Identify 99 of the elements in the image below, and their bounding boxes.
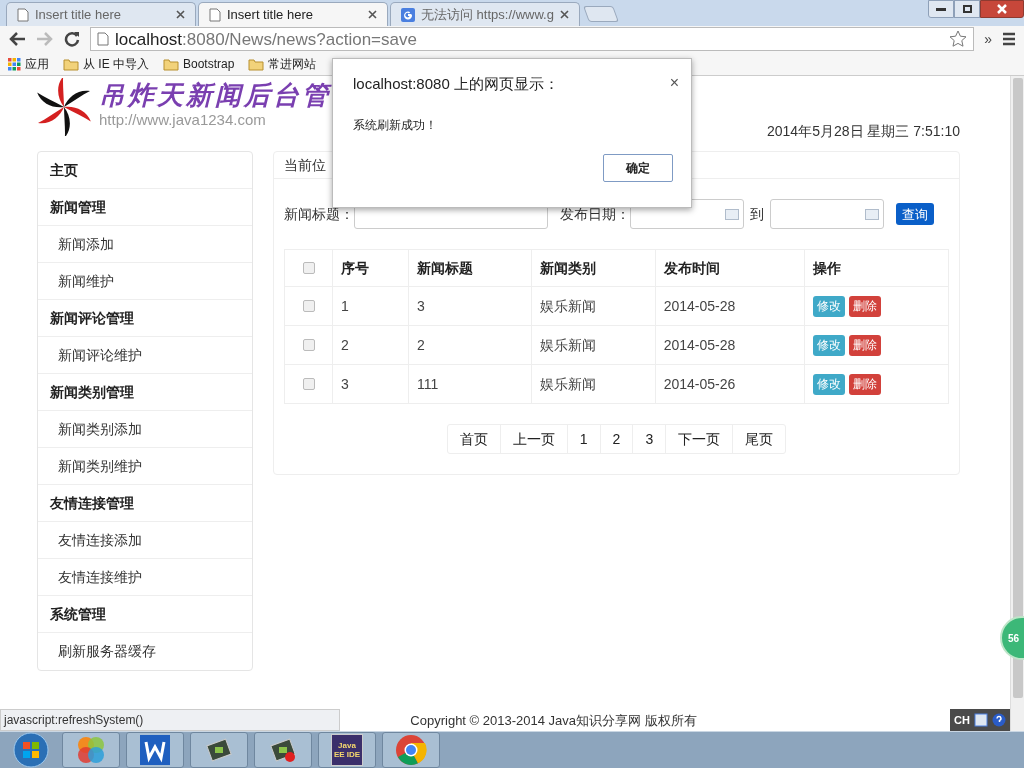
table-cell: 娱乐新闻 (531, 364, 656, 404)
checkbox[interactable] (302, 300, 315, 313)
table-cell: 2014-05-28 (655, 286, 805, 326)
dialog-message: 系统刷新成功！ (353, 116, 438, 134)
copyright-text: Copyright © 2013-2014 Java知识分享网 版权所有 (410, 712, 697, 731)
search-button[interactable]: 查询 (896, 203, 934, 226)
table-cell: 3 (332, 364, 409, 404)
pagination-link[interactable]: 首页 (447, 425, 500, 454)
keyboard-icon[interactable] (974, 712, 988, 727)
pagination-link[interactable]: 2 (599, 425, 633, 454)
table-cell: 2014-05-26 (655, 364, 805, 404)
checkbox[interactable] (302, 262, 315, 275)
ok-button[interactable]: 确定 (603, 153, 673, 182)
sidebar-item[interactable]: 新闻类别添加 (38, 411, 252, 449)
end-date-field[interactable] (770, 199, 884, 230)
sidebar-item[interactable]: 友情连接维护 (38, 559, 252, 597)
sidebar-item[interactable]: 新闻评论管理 (38, 300, 252, 338)
folder-icon (163, 57, 179, 71)
close-window-button[interactable] (980, 0, 1024, 18)
sidebar-item[interactable]: 新闻添加 (38, 226, 252, 264)
checkbox[interactable] (302, 339, 315, 352)
tab-title: Insert title here (35, 5, 122, 24)
more-extensions-text[interactable]: » (984, 29, 992, 50)
table-cell: 2 (408, 325, 532, 365)
url-text: localhost:8080/News/news?action=save (115, 28, 418, 51)
minimize-button[interactable] (928, 0, 954, 18)
pagination-link[interactable]: 1 (566, 425, 600, 454)
address-bar[interactable]: localhost:8080/News/news?action=save (90, 27, 975, 52)
column-header: 序号 (332, 249, 409, 287)
sidebar-item[interactable]: 友情连接管理 (38, 485, 252, 523)
apps-grid-icon (8, 57, 21, 71)
close-icon[interactable] (176, 10, 185, 19)
sidebar-item[interactable]: 新闻维护 (38, 263, 252, 301)
column-header: 新闻标题 (408, 249, 532, 287)
page-icon (209, 7, 221, 22)
field-label: 新闻标题： (284, 204, 354, 224)
dialog-title: localhost:8080 上的网页显示： (353, 74, 559, 94)
restore-button[interactable] (954, 0, 980, 18)
table-cell: 娱乐新闻 (531, 286, 656, 326)
google-g-icon (401, 7, 415, 22)
folder-icon (248, 57, 265, 71)
bookmark-link[interactable]: 应用 (8, 55, 49, 74)
column-header: 操作 (804, 249, 949, 287)
close-icon (997, 4, 1007, 14)
status-bar: javascript:refreshSystem() (0, 708, 340, 731)
column-header: 新闻类别 (531, 249, 656, 287)
logo-url: http://www.java1234.com (99, 112, 267, 129)
table-cell: 2 (332, 325, 409, 365)
w-document-icon[interactable] (140, 734, 170, 765)
bookmark-link[interactable]: Bootstrap (163, 55, 235, 74)
chrome-icon[interactable] (395, 733, 427, 766)
browser-tab[interactable]: 无法访问 https://www.g (390, 2, 580, 26)
help-icon[interactable] (992, 712, 1006, 727)
sidebar-item[interactable]: 新闻管理 (38, 189, 252, 227)
page-icon (97, 32, 109, 47)
breadcrumb-text: 当前位 (284, 155, 326, 175)
reload-icon[interactable] (64, 31, 80, 48)
column-header: 发布时间 (655, 249, 805, 287)
sidebar-item[interactable]: 新闻评论维护 (38, 337, 252, 375)
checkbox[interactable] (302, 378, 315, 391)
table-cell: 2014-05-28 (655, 325, 805, 365)
close-icon[interactable] (560, 10, 569, 19)
tab-title: 无法访问 https://www.g (421, 5, 554, 24)
date-time-text: 2014年5月28日 星期三 7:51:10 (767, 122, 960, 142)
sidebar-item[interactable]: 刷新服务器缓存 (38, 633, 252, 671)
table-cell: 1 (332, 286, 409, 326)
back-arrow-icon[interactable] (8, 31, 26, 48)
table-cell: 111 (408, 364, 532, 404)
sidebar-item[interactable]: 主页 (38, 152, 252, 190)
folder-icon (63, 57, 79, 71)
pagination-link[interactable]: 3 (632, 425, 666, 454)
sidebar-item[interactable]: 友情连接添加 (38, 522, 252, 560)
language-indicator[interactable]: CH (954, 711, 970, 728)
logo-title: 吊炸天新闻后台管 (99, 79, 331, 113)
start-orb-icon[interactable] (13, 731, 49, 768)
bookmark-link[interactable]: 从 IE 中导入 (63, 55, 149, 74)
sidebar-item[interactable]: 新闻类别维护 (38, 448, 252, 486)
page-icon (17, 7, 29, 22)
delete-button[interactable]: 删除 (849, 334, 882, 356)
table-cell: 娱乐新闻 (531, 325, 656, 365)
close-icon[interactable]: × (669, 71, 679, 95)
pagination-link[interactable]: 尾页 (732, 425, 786, 454)
table-cell: 3 (408, 286, 532, 326)
field-label: 发布日期： (560, 204, 630, 224)
pagination-link[interactable]: 上一页 (499, 425, 567, 454)
pagination-link[interactable]: 下一页 (665, 425, 733, 454)
delete-button[interactable]: 删除 (849, 373, 882, 395)
sidebar-item[interactable]: 系统管理 (38, 596, 252, 634)
java-ee-ide-icon[interactable]: Java EE IDE (331, 733, 363, 766)
browser-tab[interactable]: Insert title here (6, 2, 196, 26)
delete-button[interactable]: 删除 (849, 295, 882, 317)
field-label: 到 (750, 204, 764, 224)
tab-title: Insert title here (227, 5, 314, 24)
star-icon[interactable] (949, 30, 968, 49)
browser-tab[interactable]: Insert title here (198, 2, 388, 26)
sidebar-item[interactable]: 新闻类别管理 (38, 374, 252, 412)
menu-icon[interactable] (1002, 32, 1016, 47)
close-icon[interactable] (368, 10, 377, 19)
bookmark-link[interactable]: 常进网站 (248, 55, 317, 74)
